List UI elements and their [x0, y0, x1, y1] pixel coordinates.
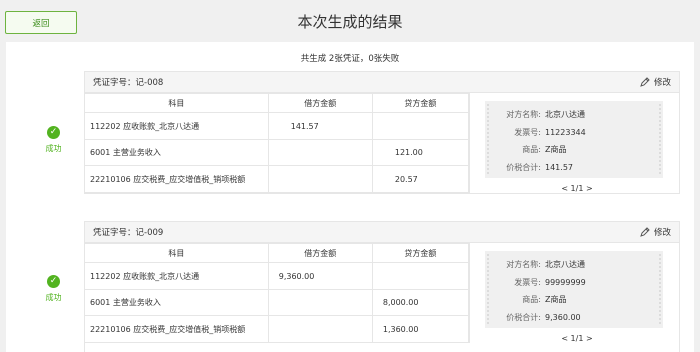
entry-table: 科目 借方金额 贷方金额 112202 应收账款_北京八达通 141.57 60… [85, 92, 470, 193]
table-header-row: 科目 借方金额 贷方金额 [85, 92, 470, 114]
table-row: 112202 应收账款_北京八达通 141.57 [85, 112, 470, 140]
cell-subject: 6001 主营业务收入 [85, 138, 269, 167]
invoice-party-label: 对方名称: [506, 110, 541, 120]
voucher-header: 凭证字号：记-009 修改 [85, 222, 679, 243]
col-subject: 科目 [85, 242, 269, 264]
cell-subject: 112202 应收账款_北京八达通 [85, 112, 269, 140]
invoice-no-label: 发票号: [514, 277, 541, 287]
edit-button[interactable]: 修改 [640, 76, 671, 88]
pencil-icon [640, 77, 650, 87]
cell-credit [371, 262, 470, 290]
invoice-pager[interactable]: < 1/1 > [485, 334, 669, 343]
col-debit: 借方金额 [267, 242, 373, 264]
top-bar: 返回 本次生成的结果 [0, 0, 700, 42]
cell-debit: 141.57 [267, 112, 373, 140]
invoice-goods-label: 商品: [522, 295, 541, 305]
col-credit: 贷方金额 [371, 242, 470, 264]
col-debit: 借方金额 [267, 92, 373, 114]
table-row: 112202 应收账款_北京八达通 9,360.00 [85, 262, 470, 290]
invoice-party: 北京八达通 [545, 260, 585, 270]
voucher-card: 凭证字号：记-009 修改 科目 借方金额 贷方金额 112202 应收账款_北… [84, 221, 680, 352]
invoice-party-label: 对方名称: [506, 260, 541, 270]
invoice-no-label: 发票号: [514, 127, 541, 137]
cell-debit: 9,360.00 [267, 262, 373, 290]
cell-credit: 121.00 [371, 138, 470, 167]
invoice-party: 北京八达通 [545, 110, 585, 120]
cell-subject: 112202 应收账款_北京八达通 [85, 262, 269, 290]
pencil-icon [640, 227, 650, 237]
table-row: 22210106 应交税费_应交增值税_销项税额 1,360.00 [85, 315, 470, 343]
invoice-goods: Z商品 [545, 145, 567, 155]
cell-credit: 8,000.00 [371, 288, 470, 317]
success-check-icon: ✓ [47, 275, 60, 288]
cell-subject: 22210106 应交税费_应交增值税_销项税额 [85, 165, 269, 193]
table-header-row: 科目 借方金额 贷方金额 [85, 242, 470, 264]
invoice-goods: Z商品 [545, 295, 567, 305]
result-summary: 共生成 2张凭证，0张失败 [300, 54, 400, 64]
success-check-icon: ✓ [47, 126, 60, 139]
cell-debit [267, 165, 373, 193]
cell-credit: 20.57 [371, 165, 470, 193]
invoice-goods-label: 商品: [522, 145, 541, 155]
status-text: 成功 [45, 144, 62, 153]
invoice-no: 99999999 [545, 277, 586, 287]
cell-subject: 6001 主营业务收入 [85, 288, 269, 317]
invoice-card: 对方名称: 北京八达通 发票号: 99999999 商品: Z商品 价税合计: 9,36… [485, 251, 663, 328]
voucher-header: 凭证字号：记-008 修改 [85, 72, 679, 93]
invoice-no: 11223344 [545, 127, 586, 137]
invoice-total: 141.57 [545, 162, 573, 172]
cell-debit [267, 288, 373, 317]
entry-table: 科目 借方金额 贷方金额 112202 应收账款_北京八达通 9,360.00 … [85, 242, 470, 343]
invoice-card: 对方名称: 北京八达通 发票号: 11223344 商品: Z商品 价税合计: 141.… [485, 101, 663, 178]
edit-label: 修改 [653, 228, 671, 238]
cell-subject: 22210106 应交税费_应交增值税_销项税额 [85, 315, 269, 343]
cell-debit [267, 138, 373, 167]
status-success: ✓ 成功 [26, 275, 81, 303]
invoice-pager[interactable]: < 1/1 > [485, 184, 669, 193]
results-panel: 共生成 2张凭证，0张失败 ✓ 成功 凭证字号：记-008 修改 科目 借方金额… [6, 42, 694, 352]
voucher-card: 凭证字号：记-008 修改 科目 借方金额 贷方金额 112202 应收账款_北… [84, 71, 680, 194]
edit-button[interactable]: 修改 [640, 226, 671, 238]
voucher-number: 凭证字号：记-009 [93, 228, 164, 238]
table-row: 22210106 应交税费_应交增值税_销项税额 20.57 [85, 165, 470, 193]
page-title: 本次生成的结果 [297, 13, 403, 31]
invoice-total-label: 价税合计: [506, 162, 541, 172]
table-row: 6001 主营业务收入 121.00 [85, 138, 470, 167]
col-credit: 贷方金额 [371, 92, 470, 114]
cell-debit [267, 315, 373, 343]
back-button[interactable]: 返回 [5, 11, 77, 34]
cell-credit [371, 112, 470, 140]
voucher-number: 凭证字号：记-008 [93, 78, 164, 88]
status-success: ✓ 成功 [26, 126, 81, 154]
invoice-total-label: 价税合计: [506, 312, 541, 322]
edit-label: 修改 [653, 78, 671, 88]
invoice-total: 9,360.00 [545, 312, 581, 322]
invoice-section: 对方名称: 北京八达通 发票号: 99999999 商品: Z商品 价税合计: 9,36… [469, 243, 679, 343]
table-row: 6001 主营业务收入 8,000.00 [85, 288, 470, 317]
invoice-section: 对方名称: 北京八达通 发票号: 11223344 商品: Z商品 价税合计: 141.… [469, 93, 679, 193]
status-text: 成功 [45, 293, 62, 302]
col-subject: 科目 [85, 92, 269, 114]
cell-credit: 1,360.00 [371, 315, 470, 343]
